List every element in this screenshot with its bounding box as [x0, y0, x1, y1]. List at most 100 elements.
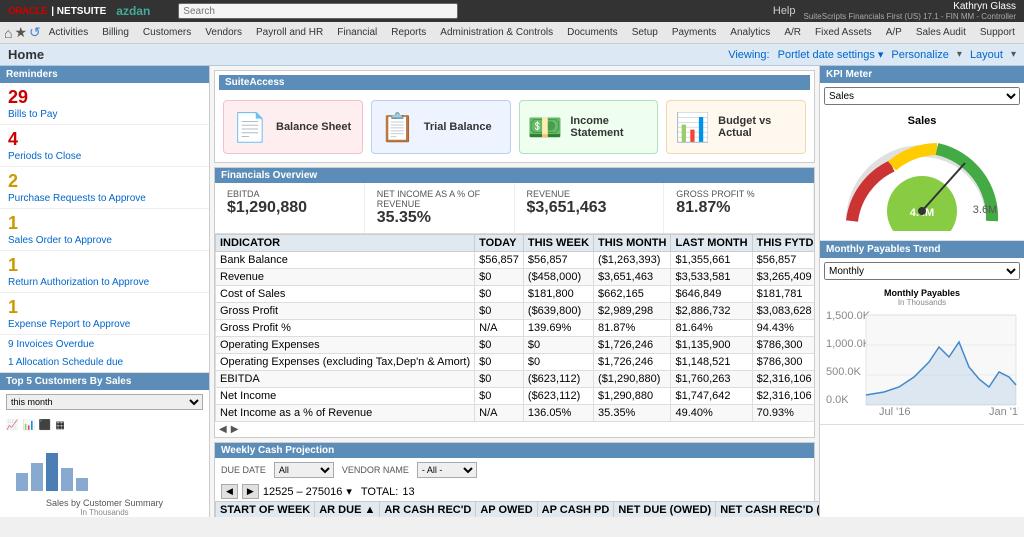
home-icon[interactable]: ⌂: [4, 25, 12, 41]
reminder-number-purchase: 2: [8, 171, 201, 192]
reminder-link-expense[interactable]: Expense Report to Approve: [8, 319, 130, 330]
suite-tile-trial-balance[interactable]: 📋 Trial Balance: [371, 100, 511, 154]
kpi-net-income-pct: Net Income as a % of Revenue 35.35%: [365, 183, 515, 233]
kpi-panel: KPI Meter Sales Sales 3.6M: [820, 66, 1024, 241]
search-input[interactable]: [178, 3, 458, 19]
suite-access: SuiteAccess 📄 Balance Sheet 📋 Trial Bala…: [214, 70, 815, 163]
payables-chart-svg: 1,500.0K 1,000.0K 500.0K 0.0K: [824, 307, 1019, 417]
azdan-logo: azdan: [116, 4, 150, 18]
nav-ap[interactable]: A/P: [880, 25, 908, 40]
refresh-icon[interactable]: ↺: [29, 24, 41, 41]
nav-support[interactable]: Support: [974, 25, 1021, 40]
chart-icon-bar[interactable]: 📊: [22, 420, 34, 431]
help-link[interactable]: Help: [773, 5, 796, 17]
nav-admin[interactable]: Administration & Controls: [434, 25, 559, 40]
chart-title: Sales by Customer Summary: [6, 498, 203, 508]
user-role: SuiteScripts Financials First (US) 17.1 …: [804, 12, 1017, 21]
page-header-right: Viewing: Portlet date settings ▾ Persona…: [728, 48, 1016, 61]
nav-reports[interactable]: Reports: [385, 25, 432, 40]
chart-icon-table[interactable]: ▦: [55, 420, 64, 431]
personalize-link[interactable]: Personalize: [891, 49, 948, 61]
reminder-link-sales[interactable]: Sales Order to Approve: [8, 235, 112, 246]
svg-text:0.0K: 0.0K: [826, 394, 849, 406]
nav-payments[interactable]: Payments: [666, 25, 722, 40]
nav-billing[interactable]: Billing: [96, 25, 135, 40]
suite-tiles: 📄 Balance Sheet 📋 Trial Balance 💵 Income…: [219, 96, 810, 158]
prev-page-btn[interactable]: ◀: [221, 484, 238, 499]
reminder-link-bills[interactable]: Bills to Pay: [8, 109, 57, 120]
nav-setup[interactable]: Setup: [626, 25, 664, 40]
table-row: Gross Profit$0($639,800)$2,989,298$2,886…: [216, 303, 815, 320]
reminder-link-purchase[interactable]: Purchase Requests to Approve: [8, 193, 146, 204]
total-label: ▾ TOTAL:: [346, 485, 398, 498]
gauge-title: Sales: [826, 115, 1018, 127]
payables-chart-sub: In Thousands: [824, 298, 1020, 307]
payables-panel: Monthly Payables Trend Monthly Monthly P…: [820, 241, 1024, 425]
financials-section: Financials Overview EBITDA $1,290,880 Ne…: [214, 167, 815, 438]
nav-fixed-assets[interactable]: Fixed Assets: [809, 25, 878, 40]
main-content: Reminders 29 Bills to Pay 4 Periods to C…: [0, 66, 1024, 517]
nav-documents[interactable]: Documents: [561, 25, 624, 40]
kpi-panel-header: KPI Meter: [820, 66, 1024, 83]
col-indicator: INDICATOR: [216, 235, 475, 252]
trial-balance-icon: 📋: [380, 109, 416, 145]
scroll-left-icon[interactable]: ◀: [219, 424, 227, 435]
chart-icon-pie[interactable]: ⬛: [39, 420, 51, 431]
kpi-revenue-value: $3,651,463: [527, 199, 652, 217]
nav-bar: ⌂ ★ ↺ Activities Billing Customers Vendo…: [0, 22, 1024, 44]
fin-table-container: INDICATOR TODAY THIS WEEK THIS MONTH LAS…: [215, 234, 814, 422]
chart-icon-line[interactable]: 📈: [6, 420, 18, 431]
col-today: TODAY: [475, 235, 524, 252]
reminder-link-allocation[interactable]: 1 Allocation Schedule due: [8, 357, 123, 368]
top-right: Help Kathryn Glass SuiteScripts Financia…: [773, 1, 1016, 21]
gauge-container: Sales 3.6M 4.4M: [820, 109, 1024, 240]
suite-tile-income-statement[interactable]: 💵 Income Statement: [519, 100, 659, 154]
suite-tile-budget-vs-actual[interactable]: 📊 Budget vs Actual: [666, 100, 806, 154]
nav-analytics[interactable]: Analytics: [724, 25, 776, 40]
fin-table-header-row: INDICATOR TODAY THIS WEEK THIS MONTH LAS…: [216, 235, 815, 252]
layout-link[interactable]: Layout: [970, 49, 1003, 61]
reminder-sales: 1 Sales Order to Approve: [0, 209, 209, 251]
nav-financial[interactable]: Financial: [331, 25, 383, 40]
gauge-svg: 3.6M 4.4M: [837, 131, 1007, 231]
svg-text:Jan '17: Jan '17: [989, 406, 1019, 417]
reminder-periods: 4 Periods to Close: [0, 125, 209, 167]
cash-filter-row: DUE DATE All VENDOR NAME - All -: [215, 458, 814, 482]
next-page-btn[interactable]: ▶: [242, 484, 259, 499]
kpi-ebitda: EBITDA $1,290,880: [215, 183, 365, 233]
kpi-gross-profit-value: 81.87%: [676, 199, 801, 217]
cash-table: START OF WEEK AR DUE ▲ AR CASH REC'D AP …: [215, 501, 819, 517]
kpi-ebitda-value: $1,290,880: [227, 199, 352, 217]
nav-customers[interactable]: Customers: [137, 25, 197, 40]
reminder-link-invoices[interactable]: 9 Invoices Overdue: [8, 339, 94, 350]
kpi-gross-profit: Gross Profit % 81.87%: [664, 183, 814, 233]
page-title: Home: [8, 47, 44, 62]
vendor-name-select[interactable]: - All -: [417, 462, 477, 478]
due-date-select[interactable]: All: [274, 462, 334, 478]
period-select[interactable]: this month: [6, 394, 203, 410]
reminder-link-periods[interactable]: Periods to Close: [8, 151, 81, 162]
scroll-right-icon[interactable]: ▶: [231, 424, 239, 435]
payables-chart-title: Monthly Payables: [824, 288, 1020, 298]
nav-ar[interactable]: A/R: [778, 25, 807, 40]
nav-sales-audit[interactable]: Sales Audit: [910, 25, 972, 40]
top5-section: Top 5 Customers By Sales this month 📈 📊 …: [0, 373, 209, 517]
kpi-net-income-pct-label: Net Income as a % of Revenue: [377, 189, 502, 209]
logo-area: ORACLE | NETSUITE azdan: [8, 4, 150, 18]
suite-tile-balance-sheet[interactable]: 📄 Balance Sheet: [223, 100, 363, 154]
reminder-number-bills: 29: [8, 87, 201, 108]
reminder-link-return[interactable]: Return Authorization to Approve: [8, 277, 149, 288]
portlet-settings-link[interactable]: Portlet date settings ▾: [778, 48, 884, 61]
search-bar[interactable]: [178, 3, 458, 19]
nav-activities[interactable]: Activities: [43, 25, 94, 40]
kpi-category-select[interactable]: Sales: [824, 87, 1020, 105]
reminder-expense: 1 Expense Report to Approve: [0, 293, 209, 335]
chart-icons: 📈 📊 ⬛ ▦: [6, 420, 203, 431]
reminder-purchase: 2 Purchase Requests to Approve: [0, 167, 209, 209]
nav-vendors[interactable]: Vendors: [199, 25, 248, 40]
reminder-return: 1 Return Authorization to Approve: [0, 251, 209, 293]
star-icon[interactable]: ★: [14, 24, 27, 41]
right-panel: KPI Meter Sales Sales 3.6M: [819, 66, 1024, 517]
payables-period-select[interactable]: Monthly: [824, 262, 1020, 280]
nav-payroll[interactable]: Payroll and HR: [250, 25, 329, 40]
